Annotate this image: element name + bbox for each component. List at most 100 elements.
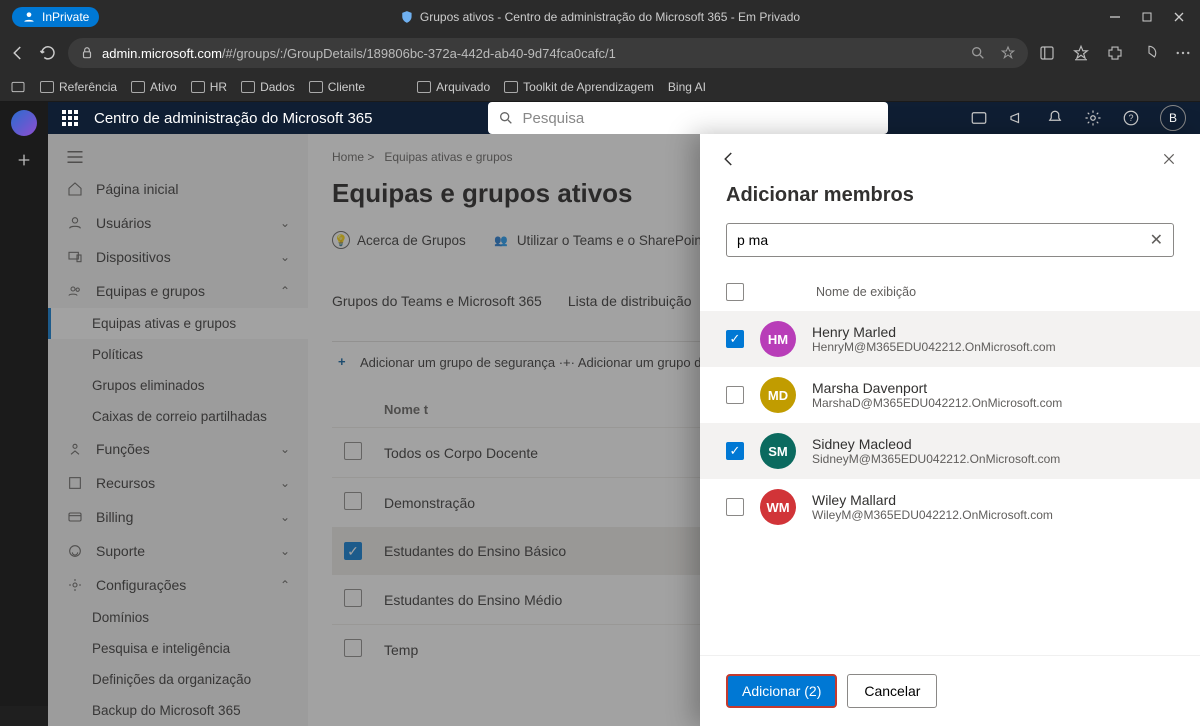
favorite-icon[interactable] — [1000, 45, 1016, 61]
inprivate-badge: InPrivate — [12, 7, 99, 27]
person-checkbox[interactable] — [726, 498, 744, 516]
person-email: HenryM@M365EDU042212.OnMicrosoft.com — [812, 340, 1056, 354]
home-icon — [66, 180, 84, 198]
bookmark-item[interactable]: Referência — [40, 80, 117, 94]
nav-support[interactable]: Suporte⌄ — [48, 534, 308, 568]
bookmark-item[interactable]: Bing AI — [668, 80, 706, 94]
folder-icon — [504, 81, 518, 93]
people-row[interactable]: ✓ SM Sidney MacleodSidneyM@M365EDU042212.O… — [700, 423, 1200, 479]
person-avatar: SM — [760, 433, 796, 469]
tab-actions-icon[interactable] — [10, 79, 26, 95]
chevron-down-icon: ⌄ — [280, 216, 290, 230]
bookmarks-bar: Referência Ativo HR Dados Cliente Arquiv… — [0, 72, 1200, 102]
favorites-bar-icon[interactable] — [1072, 44, 1090, 62]
performance-icon[interactable] — [1140, 44, 1158, 62]
bookmark-item[interactable]: Dados — [241, 80, 295, 94]
person-checkbox[interactable]: ✓ — [726, 330, 744, 348]
extensions-icon[interactable] — [1106, 44, 1124, 62]
maximize-button[interactable] — [1140, 10, 1154, 24]
megaphone-icon[interactable] — [1008, 109, 1026, 127]
bookmark-item[interactable]: Arquivado — [417, 80, 490, 94]
nav-domains[interactable]: Domínios — [48, 602, 308, 633]
person-avatar: MD — [760, 377, 796, 413]
account-avatar[interactable]: B — [1160, 105, 1186, 131]
people-icon — [66, 282, 84, 300]
nav-resources[interactable]: Recursos⌄ — [48, 466, 308, 500]
gear-icon — [66, 576, 84, 594]
app-launcher-icon[interactable] — [62, 110, 78, 126]
panel-back-button[interactable] — [720, 150, 742, 172]
tab-teams-m365[interactable]: Grupos do Teams e Microsoft 365 — [332, 293, 542, 319]
nav-users[interactable]: Usuários⌄ — [48, 206, 308, 240]
url-field[interactable]: admin.microsoft.com/#/groups/:/GroupDeta… — [68, 38, 1028, 68]
browser-titlebar: InPrivate Grupos ativos - Centro de admi… — [0, 0, 1200, 34]
add-button[interactable] — [14, 150, 34, 170]
person-icon — [66, 214, 84, 232]
billing-icon — [66, 508, 84, 526]
gear-icon[interactable] — [1084, 109, 1102, 127]
nav-billing[interactable]: Billing⌄ — [48, 500, 308, 534]
nav-search-intel[interactable]: Pesquisa e inteligência — [48, 633, 308, 664]
plus-icon: + — [338, 354, 354, 370]
people-row[interactable]: ✓HMHenry MarledHenryM@M365EDU042212.OnMi… — [700, 311, 1200, 367]
nav-backup[interactable]: Backup do Microsoft 365 — [48, 695, 308, 726]
tab-distribution[interactable]: Lista de distribuição — [568, 293, 692, 319]
row-checkbox[interactable] — [344, 492, 362, 510]
breadcrumb-home[interactable]: Home > — [332, 150, 374, 164]
back-button[interactable] — [8, 43, 28, 63]
folder-icon — [40, 81, 54, 93]
nav-teams-groups[interactable]: Equipas e grupos⌃ — [48, 274, 308, 308]
copilot-icon[interactable] — [11, 110, 37, 136]
card-icon[interactable] — [970, 109, 988, 127]
nav-shared-mailboxes[interactable]: Caixas de correio partilhadas — [48, 401, 308, 432]
person-email: SidneyM@M365EDU042212.OnMicrosoft.com — [812, 452, 1060, 466]
bookmark-item[interactable]: Cliente — [309, 80, 365, 94]
nav-org-settings[interactable]: Definições da organização — [48, 664, 308, 695]
roles-icon — [66, 440, 84, 458]
nav-devices[interactable]: Dispositivos⌄ — [48, 240, 308, 274]
tab-title: Grupos ativos - Centro de administração … — [400, 10, 800, 24]
hint-use-teams[interactable]: 👥Utilizar o Teams e o SharePoint — [492, 231, 706, 249]
person-checkbox[interactable]: ✓ — [726, 442, 744, 460]
zoom-icon[interactable] — [970, 45, 986, 61]
bookmark-item[interactable]: Toolkit de Aprendizagem — [504, 80, 654, 94]
resources-icon — [66, 474, 84, 492]
refresh-button[interactable] — [38, 43, 58, 63]
person-name: Sidney Macleod — [812, 436, 1060, 452]
nav-home[interactable]: Página inicial — [48, 172, 308, 206]
person-checkbox[interactable] — [726, 386, 744, 404]
minimize-button[interactable] — [1108, 10, 1122, 24]
bookmark-item[interactable]: HR — [191, 80, 227, 94]
close-button[interactable] — [1172, 10, 1186, 24]
bell-icon[interactable] — [1046, 109, 1064, 127]
bookmark-item[interactable]: Ativo — [131, 80, 177, 94]
chevron-down-icon: ⌄ — [280, 510, 290, 524]
more-icon[interactable] — [1174, 44, 1192, 62]
app-header: Centro de administração do Microsoft 365… — [48, 102, 1200, 134]
nav-policies[interactable]: Políticas — [48, 339, 308, 370]
collections-icon[interactable] — [1038, 44, 1056, 62]
row-checkbox[interactable]: ✓ — [344, 542, 362, 560]
nav-roles[interactable]: Funções⌄ — [48, 432, 308, 466]
member-search-input[interactable]: ✕ — [726, 223, 1174, 257]
member-search-field[interactable] — [737, 232, 1150, 248]
help-icon[interactable]: ? — [1122, 109, 1140, 127]
row-checkbox[interactable] — [344, 639, 362, 657]
cancel-button[interactable]: Cancelar — [847, 674, 937, 708]
people-row[interactable]: WMWiley MallardWileyM@M365EDU042212.OnMi… — [700, 479, 1200, 535]
search-input[interactable]: Pesquisa — [488, 102, 888, 134]
nav-settings[interactable]: Configurações⌃ — [48, 568, 308, 602]
clear-search-icon[interactable]: ✕ — [1150, 230, 1163, 250]
people-list-header: Nome de exibição — [700, 273, 1200, 311]
panel-close-button[interactable] — [1162, 152, 1180, 170]
people-row[interactable]: MDMarsha DavenportMarshaD@M365EDU042212.… — [700, 367, 1200, 423]
add-button[interactable]: Adicionar (2) — [726, 674, 837, 708]
select-all-checkbox[interactable] — [726, 283, 744, 301]
hint-about-groups[interactable]: 💡Acerca de Grupos — [332, 231, 466, 249]
nav-deleted-groups[interactable]: Grupos eliminados — [48, 370, 308, 401]
row-checkbox[interactable] — [344, 589, 362, 607]
nav-active-teams[interactable]: Equipas ativas e grupos — [48, 308, 308, 339]
row-checkbox[interactable] — [344, 442, 362, 460]
nav-collapse-button[interactable] — [48, 142, 308, 172]
inprivate-label: InPrivate — [42, 10, 89, 24]
